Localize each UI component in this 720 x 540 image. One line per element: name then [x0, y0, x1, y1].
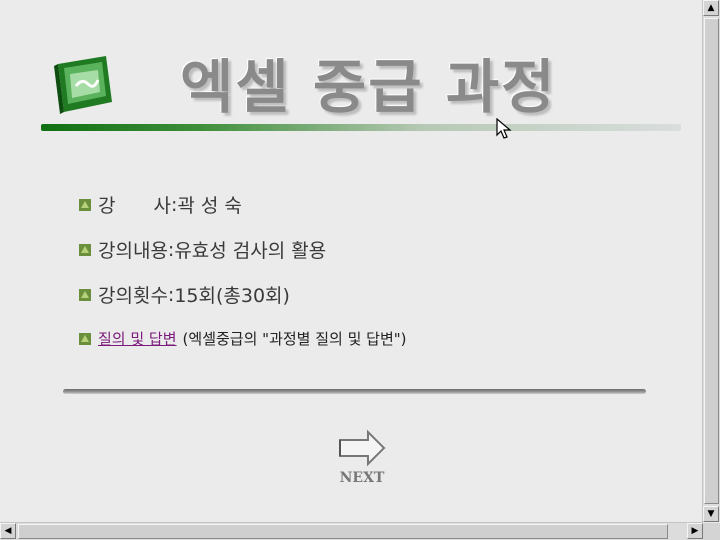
- content-row: 강의내용 : 유효성 검사의 활용: [78, 236, 326, 263]
- vertical-scroll-thumb[interactable]: [704, 18, 719, 504]
- title-divider: [41, 124, 681, 131]
- sessions-label: 강의횟수: [98, 285, 168, 307]
- leaf-bullet-icon: [79, 332, 91, 345]
- scroll-up-button[interactable]: ▲: [703, 0, 719, 16]
- qa-row: 질의 및 답변 (엑셀중급의 "과정별 질의 및 답변"): [78, 328, 407, 349]
- vertical-scrollbar[interactable]: ▲ ▼: [702, 0, 720, 522]
- content-value: 유효성 검사의 활용: [174, 240, 327, 262]
- horizontal-scroll-thumb[interactable]: [18, 524, 668, 539]
- horizontal-scrollbar[interactable]: ◀ ▶: [0, 522, 703, 540]
- qa-note: (엑셀중급의 "과정별 질의 및 답변"): [182, 330, 407, 348]
- sessions-row: 강의횟수 : 15회(총30회): [78, 281, 290, 308]
- next-arrow-icon: [339, 429, 386, 467]
- scroll-left-button[interactable]: ◀: [0, 523, 16, 539]
- next-button[interactable]: NEXT: [334, 428, 390, 490]
- leaf-bullet-icon: [79, 198, 91, 211]
- qa-link[interactable]: 질의 및 답변: [98, 328, 177, 349]
- next-label: NEXT: [339, 470, 385, 486]
- scroll-right-button[interactable]: ▶: [687, 523, 703, 539]
- content-label: 강의내용: [98, 240, 168, 262]
- page-title: 엑셀 중급 과정: [180, 53, 557, 121]
- logo-icon: [54, 56, 112, 114]
- scroll-down-button[interactable]: ▼: [703, 506, 719, 522]
- section-divider: [63, 389, 646, 394]
- leaf-bullet-icon: [79, 288, 91, 301]
- sessions-value: 15회(총30회): [174, 285, 290, 307]
- mouse-cursor-icon: [496, 118, 512, 139]
- leaf-bullet-icon: [79, 243, 91, 256]
- instructor-value: 곽 성 숙: [177, 195, 242, 217]
- scrollbar-corner: [703, 523, 720, 540]
- instructor-row: 강 사 : 곽 성 숙: [78, 191, 242, 218]
- instructor-label: 강 사: [98, 195, 171, 217]
